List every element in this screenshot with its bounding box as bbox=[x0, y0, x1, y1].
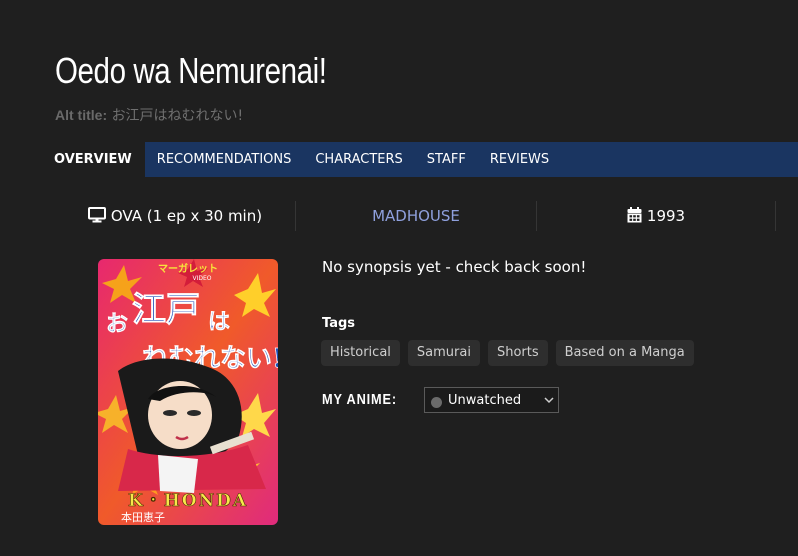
tab-bar: OVERVIEW RECOMMENDATIONS CHARACTERS STAF… bbox=[28, 142, 798, 177]
anime-page: Oedo wa Nemurenai! Alt title: お江戸はねむれない!… bbox=[0, 0, 798, 556]
tag-based-on-a-manga[interactable]: Based on a Manga bbox=[555, 340, 694, 366]
format-info: OVA (1 ep x 30 min) bbox=[55, 201, 295, 231]
calendar-icon bbox=[627, 207, 642, 223]
monitor-icon bbox=[87, 207, 106, 223]
tab-overview[interactable]: OVERVIEW bbox=[28, 142, 145, 177]
tag-historical[interactable]: Historical bbox=[321, 340, 400, 366]
watch-status-select[interactable]: Unwatched bbox=[424, 387, 559, 413]
poster-image: マーガレット VIDEO お 江戸 は ねむれない! K・HONDA 本田恵子 bbox=[98, 259, 278, 525]
format-text: OVA (1 ep x 30 min) bbox=[110, 207, 263, 225]
tag-shorts[interactable]: Shorts bbox=[487, 340, 548, 366]
tab-staff[interactable]: STAFF bbox=[415, 142, 478, 177]
status-dot-icon bbox=[431, 397, 442, 408]
alt-title-value: お江戸はねむれない! bbox=[111, 108, 244, 124]
svg-text:は: は bbox=[208, 309, 230, 335]
poster-art: マーガレット VIDEO お 江戸 は ねむれない! K・HONDA 本田恵子 bbox=[98, 259, 278, 525]
tab-characters[interactable]: CHARACTERS bbox=[303, 142, 414, 177]
watch-status-value: Unwatched bbox=[448, 393, 522, 408]
svg-text:江戸: 江戸 bbox=[132, 290, 200, 330]
page-title: Oedo wa Nemurenai! bbox=[55, 50, 327, 91]
tags-heading: Tags bbox=[322, 316, 356, 331]
studio-link[interactable]: MADHOUSE bbox=[296, 201, 536, 231]
tag-list: Historical Samurai Shorts Based on a Man… bbox=[321, 340, 694, 366]
alt-title-label: Alt title: bbox=[55, 107, 108, 123]
chevron-down-icon bbox=[544, 397, 554, 404]
poster-author-jp: 本田恵子 bbox=[121, 510, 165, 524]
tab-reviews[interactable]: REVIEWS bbox=[478, 142, 561, 177]
info-divider bbox=[775, 201, 776, 231]
year-info: 1993 bbox=[537, 201, 775, 231]
svg-text:VIDEO: VIDEO bbox=[192, 275, 211, 282]
svg-text:お: お bbox=[106, 311, 128, 337]
poster-publisher: マーガレット bbox=[158, 262, 218, 275]
tag-samurai[interactable]: Samurai bbox=[407, 340, 480, 366]
my-anime-label: MY ANIME: bbox=[322, 391, 397, 408]
synopsis-text: No synopsis yet - check back soon! bbox=[322, 258, 587, 276]
info-strip: OVA (1 ep x 30 min) MADHOUSE 1993 bbox=[55, 201, 798, 231]
alt-title: Alt title: お江戸はねむれない! bbox=[55, 105, 243, 125]
year-text: 1993 bbox=[646, 207, 686, 225]
poster-author: K・HONDA bbox=[128, 491, 248, 511]
tab-recommendations[interactable]: RECOMMENDATIONS bbox=[145, 142, 304, 177]
